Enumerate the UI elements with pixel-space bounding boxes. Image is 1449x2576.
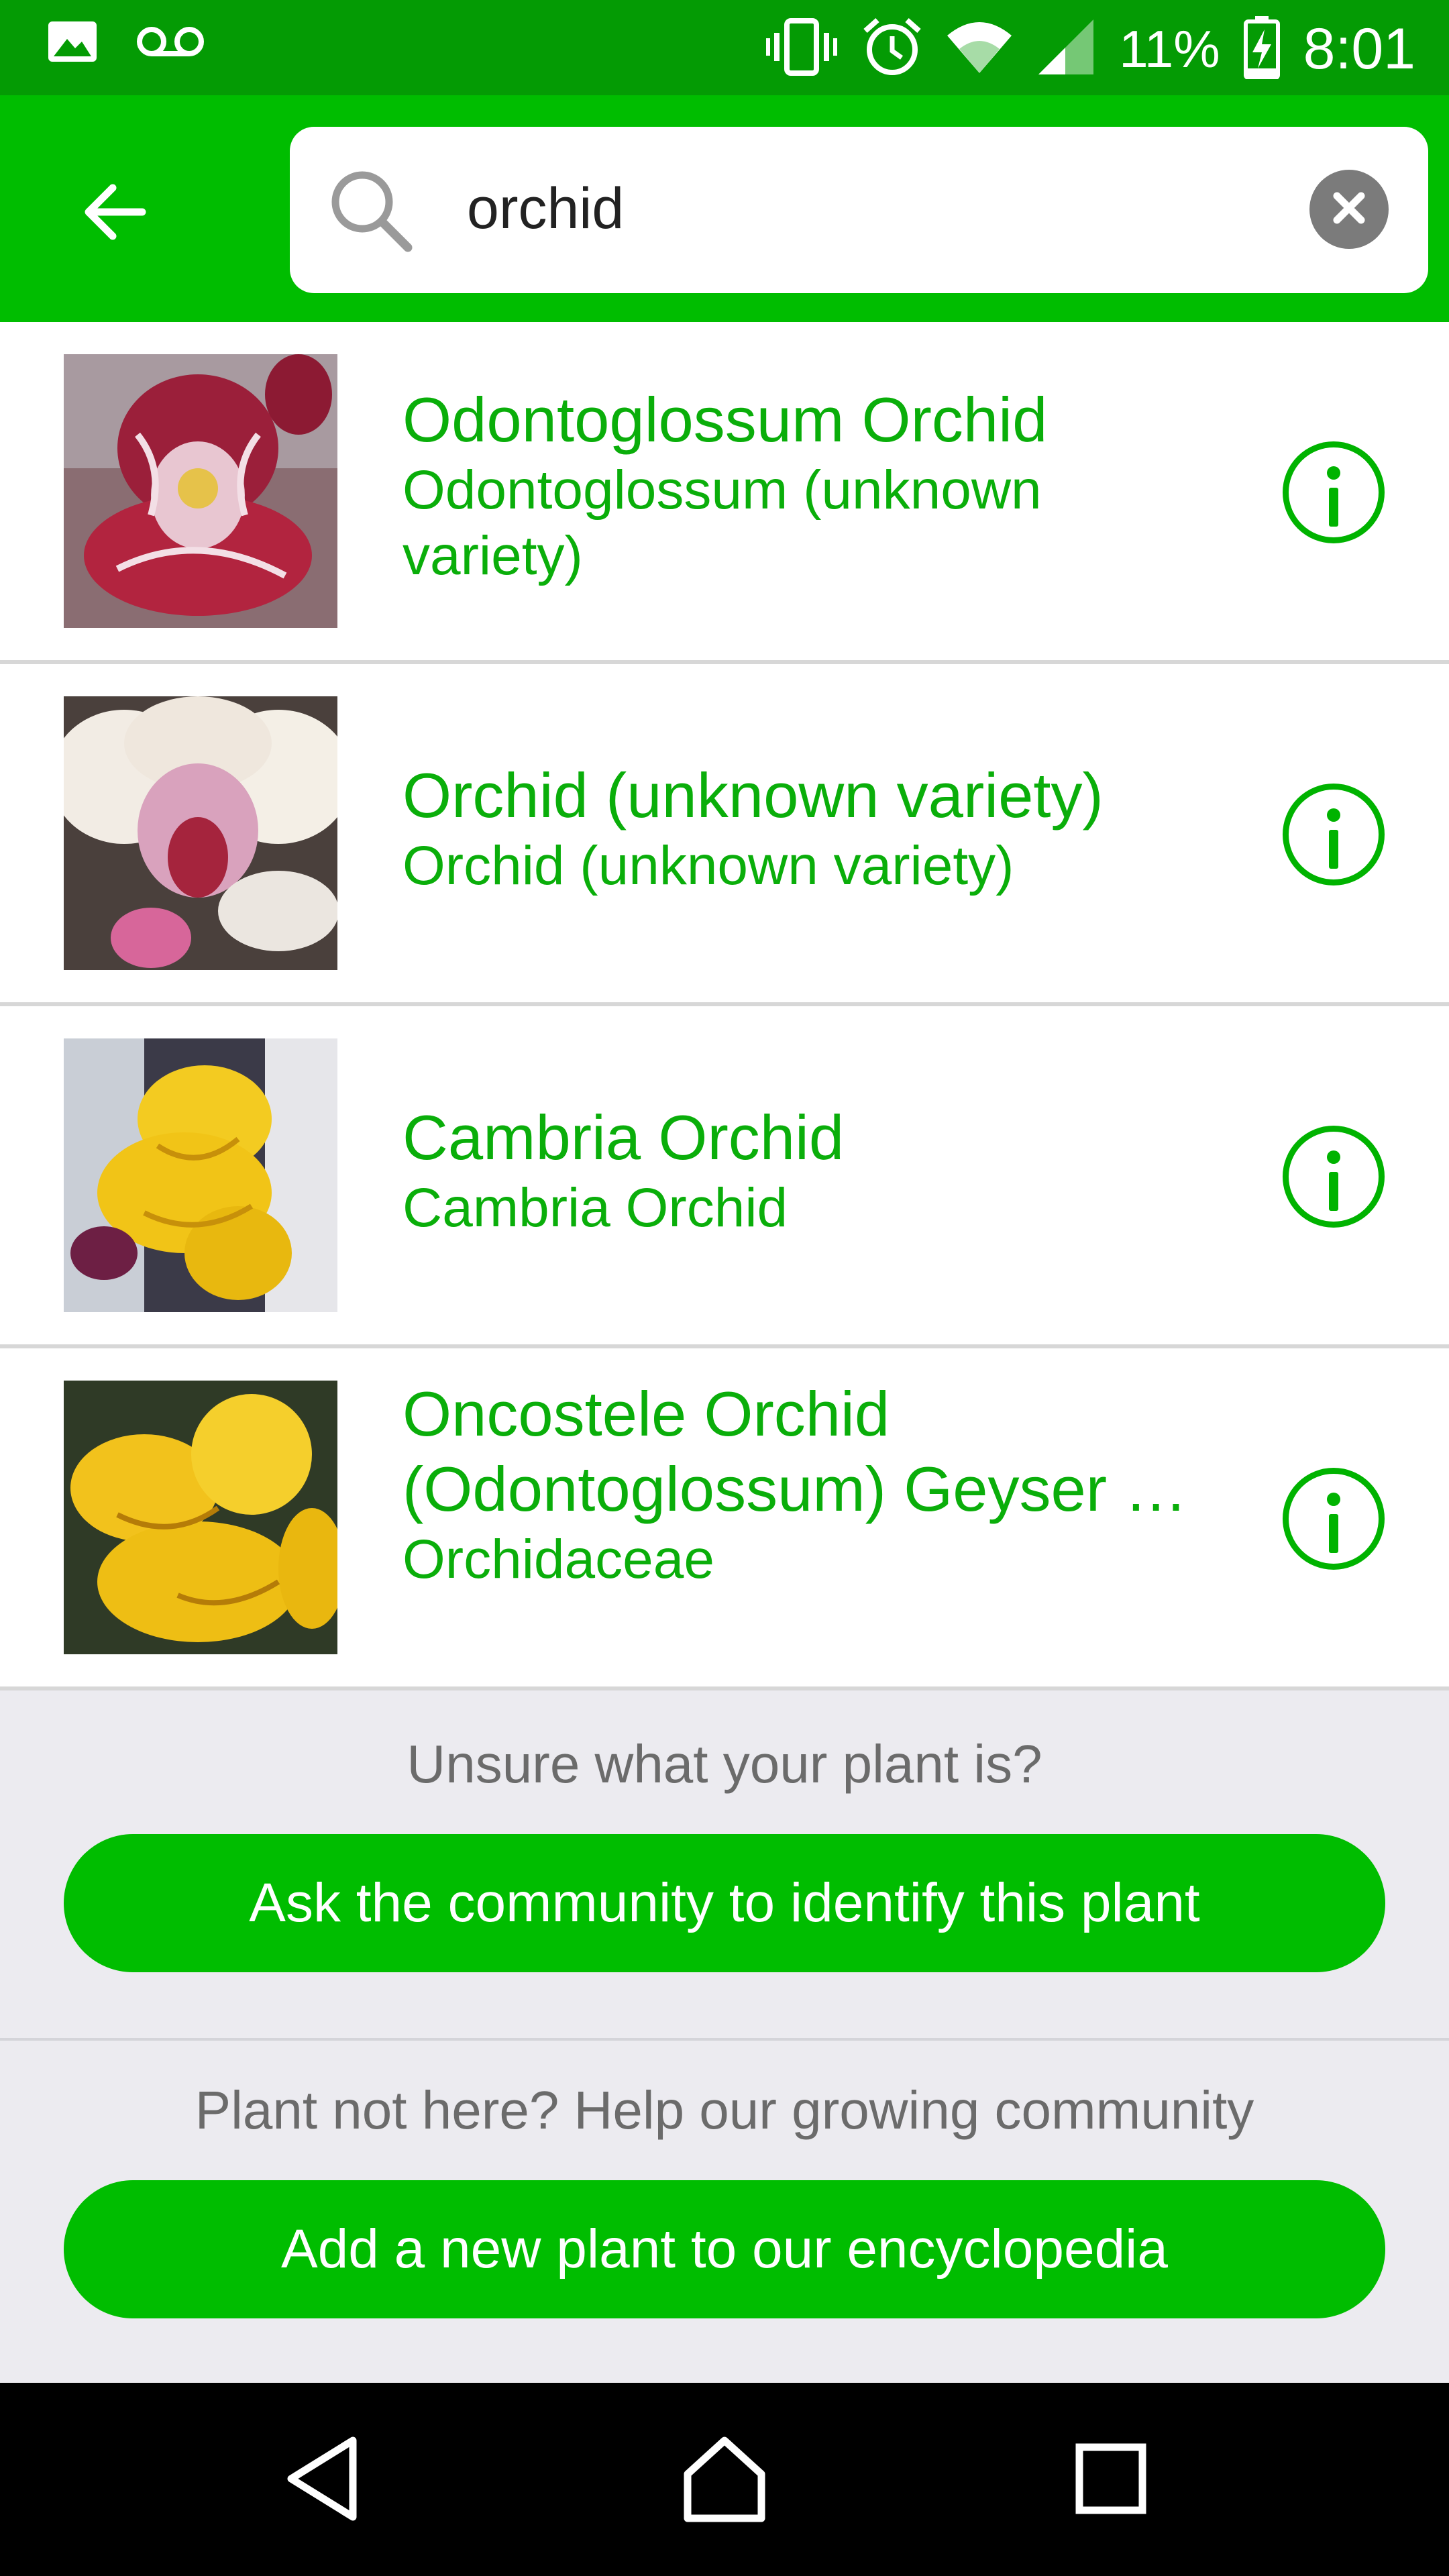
ask-community-button[interactable]: Ask the community to identify this plant	[64, 1834, 1385, 1972]
result-title: Orchid (unknown variety)	[402, 760, 1104, 830]
search-icon	[326, 166, 415, 258]
navigation-bar	[0, 2383, 1449, 2576]
yellow-orchid-closeup-photo	[64, 1381, 337, 1654]
clear-icon	[1330, 189, 1368, 230]
alarm-icon	[861, 16, 923, 81]
app-bar	[0, 95, 1449, 322]
info-icon	[1327, 447, 1340, 527]
red-orchid-photo	[64, 354, 337, 628]
result-row[interactable]: Cambria Orchid Cambria Orchid	[0, 1006, 1449, 1348]
home-icon	[681, 2435, 768, 2526]
vibrate-icon	[765, 17, 839, 80]
white-pink-orchid-photo	[64, 696, 337, 970]
result-row[interactable]: Orchid (unknown variety) Orchid (unknown…	[0, 664, 1449, 1006]
back-triangle-icon	[283, 2435, 364, 2526]
info-icon	[1327, 1132, 1340, 1211]
nav-home-button[interactable]	[664, 2423, 785, 2537]
clear-search-button[interactable]	[1309, 170, 1389, 249]
result-row[interactable]: Oncostele Orchid (Odontoglossum) Geyser …	[0, 1348, 1449, 1690]
nav-back-button[interactable]	[263, 2423, 384, 2537]
result-title: Odontoglossum Orchid	[402, 384, 1048, 455]
yellow-orchid-photo	[64, 1038, 337, 1312]
add-plant-button[interactable]: Add a new plant to our encyclopedia	[64, 2180, 1385, 2318]
signal-icon	[1036, 17, 1096, 80]
result-text: Odontoglossum Orchid Odontoglossum (unkn…	[402, 382, 1214, 589]
back-arrow-icon	[80, 178, 148, 249]
info-button[interactable]	[1283, 1126, 1385, 1228]
voicemail-icon	[136, 24, 205, 62]
unsure-text: Unsure what your plant is?	[407, 1734, 1042, 1794]
result-subtitle: Odontoglossum (unknown variety)	[402, 460, 1042, 586]
not-here-section: Plant not here? Help our growing communi…	[0, 2077, 1449, 2144]
divider	[0, 2038, 1449, 2041]
clock: 8:01	[1303, 16, 1415, 81]
search-results-list: Odontoglossum Orchid Odontoglossum (unkn…	[0, 322, 1449, 1690]
recents-icon	[1074, 2442, 1148, 2519]
battery-percent: 11%	[1119, 19, 1220, 78]
search-bar	[290, 127, 1428, 293]
result-text: Orchid (unknown variety) Orchid (unknown…	[402, 758, 1214, 899]
info-button[interactable]	[1283, 441, 1385, 543]
search-input[interactable]	[467, 168, 1272, 249]
unsure-section: Unsure what your plant is?	[0, 1731, 1449, 1798]
result-title: Cambria Orchid	[402, 1102, 845, 1173]
info-button[interactable]	[1283, 784, 1385, 885]
result-title: Oncostele Orchid (Odontoglossum) Geyser …	[402, 1379, 1188, 1524]
result-text: Cambria Orchid Cambria Orchid	[402, 1100, 1214, 1241]
not-here-text: Plant not here? Help our growing communi…	[195, 2080, 1254, 2140]
info-icon	[1327, 1474, 1340, 1553]
result-text: Oncostele Orchid (Odontoglossum) Geyser …	[402, 1377, 1214, 1593]
result-subtitle: Orchidaceae	[402, 1529, 714, 1590]
result-subtitle: Orchid (unknown variety)	[402, 835, 1014, 896]
result-row[interactable]: Odontoglossum Orchid Odontoglossum (unkn…	[0, 322, 1449, 664]
status-bar: 11% 8:01	[0, 0, 1449, 95]
result-subtitle: Cambria Orchid	[402, 1177, 788, 1238]
battery-charging-icon	[1243, 15, 1281, 83]
wifi-icon	[946, 18, 1013, 79]
info-icon	[1327, 790, 1340, 869]
nav-recents-button[interactable]	[1051, 2423, 1171, 2537]
back-button[interactable]	[60, 160, 168, 267]
image-icon	[47, 20, 98, 66]
info-button[interactable]	[1283, 1468, 1385, 1570]
